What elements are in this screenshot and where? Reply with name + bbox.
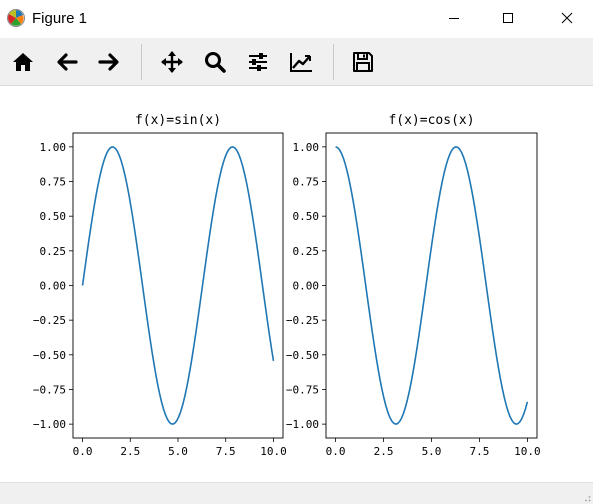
chart-title: f(x)=cos(x) <box>388 113 474 128</box>
y-tick-label: −1.00 <box>33 418 66 431</box>
home-icon <box>13 53 33 71</box>
resize-grip-icon[interactable] <box>581 492 591 502</box>
toolbar-separator <box>333 44 334 80</box>
x-tick-label: 5.0 <box>168 445 188 458</box>
y-tick-label: −0.75 <box>33 383 66 396</box>
back-button[interactable] <box>52 47 82 77</box>
close-icon <box>561 12 573 24</box>
x-tick-label: 2.5 <box>374 445 394 458</box>
y-tick-label: 0.00 <box>293 280 320 293</box>
zoom-button[interactable] <box>200 47 230 77</box>
arrow-left-icon <box>57 53 78 71</box>
x-tick-label: 10.0 <box>514 445 541 458</box>
figure-canvas[interactable]: f(x)=sin(x) 1.00 0.75 0.50 0.25 0.00 −0.25 −0.5… <box>0 86 593 482</box>
y-tick-label: 0.25 <box>293 245 320 258</box>
x-tick-label: 2.5 <box>120 445 140 458</box>
y-tick-label: 0.50 <box>40 210 67 223</box>
x-tick-label: 7.5 <box>470 445 490 458</box>
x-tick-label: 5.0 <box>422 445 442 458</box>
edit-axis-button[interactable] <box>286 47 316 77</box>
pan-button[interactable] <box>157 47 187 77</box>
axes-frame <box>325 132 538 439</box>
y-tick-label: −0.50 <box>286 349 319 362</box>
y-tick-label: −0.50 <box>33 349 66 362</box>
toolbar-separator <box>141 44 142 80</box>
configure-subplots-button[interactable] <box>243 47 273 77</box>
chart-edit-icon <box>290 53 312 72</box>
status-bar <box>0 482 593 504</box>
navigation-toolbar <box>0 38 593 86</box>
y-tick-label: −0.25 <box>286 314 319 327</box>
sliders-icon <box>249 53 267 71</box>
y-tick-label: 1.00 <box>40 141 67 154</box>
minimize-icon <box>449 18 459 19</box>
title-bar: Figure 1 <box>0 0 593 38</box>
y-tick-label: 0.00 <box>40 280 67 293</box>
x-tick-label: 0.0 <box>73 445 93 458</box>
axes-frame <box>72 132 284 439</box>
maximize-button[interactable] <box>485 0 531 36</box>
close-button[interactable] <box>544 0 590 36</box>
plot-area: f(x)=sin(x) 1.00 0.75 0.50 0.25 0.00 −0.25 −0.5… <box>33 113 541 458</box>
matplotlib-logo-icon[interactable] <box>6 8 26 28</box>
home-button[interactable] <box>8 47 38 77</box>
chart-title: f(x)=sin(x) <box>135 113 221 128</box>
x-tick-label: 10.0 <box>260 445 287 458</box>
y-tick-label: 0.50 <box>293 210 320 223</box>
move-icon <box>161 51 183 73</box>
y-tick-label: 0.75 <box>293 176 320 189</box>
x-tick-label: 0.0 <box>326 445 346 458</box>
x-tick-label: 7.5 <box>216 445 236 458</box>
arrow-right-icon <box>98 53 119 71</box>
y-tick-label: 0.75 <box>40 176 67 189</box>
magnifier-icon <box>205 52 226 73</box>
y-tick-label: −0.75 <box>286 383 319 396</box>
floppy-disk-icon <box>353 52 373 72</box>
y-tick-label: 0.25 <box>40 245 67 258</box>
y-tick-label: −1.00 <box>286 418 319 431</box>
y-tick-label: 1.00 <box>293 141 320 154</box>
save-button[interactable] <box>348 47 378 77</box>
y-tick-label: −0.25 <box>33 314 66 327</box>
minimize-button[interactable] <box>431 0 477 36</box>
maximize-icon <box>503 13 513 23</box>
forward-button[interactable] <box>94 47 124 77</box>
window-title: Figure 1 <box>32 10 88 27</box>
